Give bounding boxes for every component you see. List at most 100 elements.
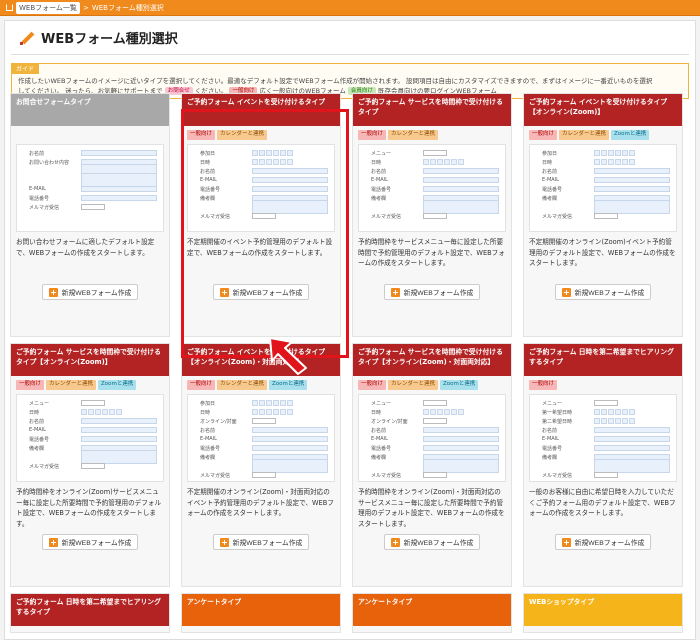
- preview-row: 参加日: [194, 149, 328, 157]
- preview-field-control: [594, 177, 670, 183]
- guide-text-line1: 作成したいWEBフォームのイメージに近いタイプを選択してください。最適なデフォル…: [18, 77, 653, 85]
- preview-field-control: [594, 472, 618, 478]
- new-form-button[interactable]: 新規WEBフォーム作成: [41, 284, 139, 300]
- preview-field-label: 第二希望日時: [542, 418, 573, 425]
- preview-field-control: [594, 459, 670, 473]
- new-form-button-label: 新規WEBフォーム作成: [403, 290, 474, 297]
- card-tags: 一般向け カレンダーと連携 Zoomと連携: [353, 376, 511, 390]
- preview-row: 第一希望日時: [536, 408, 670, 416]
- card-tags: 一般向け カレンダーと連携 Zoomと連携: [524, 126, 682, 140]
- card-tags: 一般向け カレンダーと連携: [353, 126, 511, 140]
- new-form-button[interactable]: 新規WEBフォーム作成: [554, 534, 652, 550]
- card-title: ご予約フォーム サービスを時間枠で受け付けるタイプ【オンライン(Zoom)・対面…: [353, 344, 511, 376]
- card-description: 不定期開催のオンライン(Zoom)イベント予約管理用のデフォルト設定で、WEBフ…: [529, 238, 676, 267]
- preview-field-label: 参加日: [200, 150, 216, 157]
- card-tag: 一般向け: [529, 130, 558, 140]
- new-form-button[interactable]: 新規WEBフォーム作成: [383, 534, 481, 550]
- preview-field-control: [252, 150, 293, 156]
- button-wrapper: 新規WEBフォーム作成: [182, 284, 340, 300]
- preview-row: 日時: [194, 158, 328, 166]
- preview-field-control: [423, 418, 447, 424]
- preview-field-label: 備考欄: [29, 445, 45, 452]
- preview-row: [365, 459, 499, 473]
- preview-field-label: オンライン/対面: [371, 418, 408, 425]
- new-form-button[interactable]: 新規WEBフォーム作成: [212, 284, 310, 300]
- preview-field-control: [594, 150, 635, 156]
- preview-field-label: メルマガ受信: [200, 472, 231, 479]
- button-wrapper: 新規WEBフォーム作成: [11, 534, 169, 550]
- preview-field-control: [423, 200, 499, 214]
- preview-row: [536, 459, 670, 473]
- home-icon[interactable]: [6, 4, 13, 11]
- preview-row: オンライン/対面: [365, 417, 499, 425]
- preview-field-control: [81, 463, 105, 469]
- preview-row: 日時: [23, 408, 157, 416]
- guide-tag: ガイド: [11, 63, 40, 74]
- plus-icon: [219, 537, 229, 547]
- preview-field-control: [252, 186, 328, 192]
- preview-field-label: 電話番号: [371, 186, 392, 193]
- preview-field-control: [423, 168, 499, 174]
- card-title: ご予約フォーム サービスを時間枠で受け付けるタイプ【オンライン(Zoom)】: [11, 344, 169, 376]
- new-form-button[interactable]: 新規WEBフォーム作成: [41, 534, 139, 550]
- preview-row: お名前: [23, 417, 157, 425]
- page-title: WEBフォーム種別選択: [41, 32, 178, 47]
- new-form-button[interactable]: 新規WEBフォーム作成: [212, 534, 310, 550]
- preview-field-control: [594, 400, 618, 406]
- preview-field-control: [594, 168, 670, 174]
- new-form-button-label: 新規WEBフォーム作成: [232, 290, 303, 297]
- preview-field-label: 備考欄: [542, 195, 558, 202]
- card-tag: 一般向け: [358, 130, 387, 140]
- button-wrapper: 新規WEBフォーム作成: [353, 534, 511, 550]
- preview-field-control: [81, 418, 157, 424]
- preview-row: 日時: [536, 158, 670, 166]
- form-preview: 参加日 日時 お名前 E-MAIL 電話番号 備考欄 メルマガ受信: [187, 144, 335, 232]
- form-preview: メニュー 日時 お名前 E-MAIL 電話番号 備考欄 メルマガ受信: [358, 144, 506, 232]
- preview-field-control: [252, 459, 328, 473]
- preview-row: [23, 450, 157, 464]
- preview-field-control: [252, 177, 328, 183]
- preview-field-label: お名前: [542, 427, 558, 434]
- card-tag: Zoomと連携: [440, 380, 479, 390]
- card-description: お問い合わせフォームに適したデフォルト設定で、WEBフォームの作成をスタートしま…: [16, 238, 155, 257]
- preview-field-label: 日時: [371, 159, 382, 166]
- form-preview: メニュー 日時 お名前 E-MAIL 電話番号 備考欄 メルマガ受信: [16, 394, 164, 482]
- form-type-card: ご予約フォーム イベントを受け付けるタイプ【オンライン(Zoom)・対面両対応】…: [181, 343, 341, 587]
- pencil-icon: [19, 30, 35, 46]
- card-tag: カレンダーと連携: [388, 380, 439, 390]
- preview-row: 電話番号: [194, 444, 328, 452]
- breadcrumb-current: WEBフォーム種別選択: [91, 3, 164, 12]
- preview-field-label: メニュー: [29, 400, 50, 407]
- preview-field-label: お名前: [200, 168, 216, 175]
- breadcrumb-form-list-link[interactable]: WEBフォーム一覧: [16, 1, 80, 14]
- card-title: ご予約フォーム 日時を第二希望までヒアリングするタイプ: [524, 344, 682, 376]
- preview-field-label: E-MAIL: [29, 427, 46, 433]
- card-description: 不定期開催のイベント予約管理用のデフォルト設定で、WEBフォームの作成をスタート…: [187, 238, 333, 257]
- new-form-button[interactable]: 新規WEBフォーム作成: [383, 284, 481, 300]
- preview-row: [23, 173, 157, 187]
- preview-field-control: [81, 450, 157, 464]
- button-wrapper: 新規WEBフォーム作成: [182, 534, 340, 550]
- preview-field-label: メニュー: [371, 400, 392, 407]
- preview-field-control: [594, 200, 670, 214]
- preview-field-label: メニュー: [542, 400, 563, 407]
- preview-row: メルマガ受信: [23, 203, 157, 211]
- card-title: WEBショップタイプ: [524, 594, 682, 626]
- preview-field-control: [594, 213, 618, 219]
- preview-field-control: [81, 173, 157, 187]
- card-tag: カレンダーと連携: [46, 380, 97, 390]
- card-title: アンケートタイプ: [182, 594, 340, 626]
- preview-field-label: メルマガ受信: [542, 213, 573, 220]
- preview-row: 電話番号: [194, 185, 328, 193]
- preview-row: メニュー: [365, 399, 499, 407]
- form-type-card: ご予約フォーム イベントを受け付けるタイプ 一般向け カレンダーと連携 参加日 日時 お名…: [181, 93, 341, 337]
- new-form-button[interactable]: 新規WEBフォーム作成: [554, 284, 652, 300]
- preview-field-control: [252, 418, 276, 424]
- preview-field-label: 電話番号: [29, 195, 50, 202]
- card-tags: [11, 126, 169, 140]
- preview-field-control: [81, 195, 157, 201]
- card-tag: カレンダーと連携: [217, 380, 268, 390]
- preview-row: お名前: [536, 167, 670, 175]
- preview-field-label: 電話番号: [200, 445, 221, 452]
- preview-row: E-MAIL: [536, 176, 670, 184]
